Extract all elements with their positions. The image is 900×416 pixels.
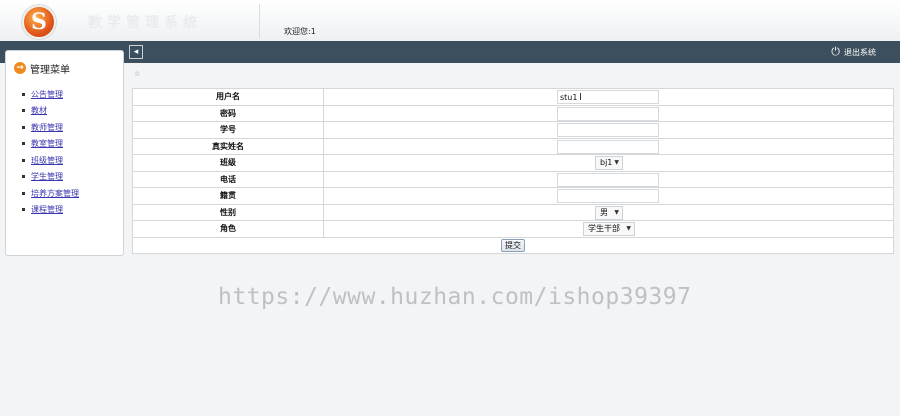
form-row-native-place: 籍贯 <box>132 187 894 205</box>
bullet-icon <box>22 125 25 129</box>
chevron-down-icon: ▼ <box>614 208 619 216</box>
role-select-value: 学生干部 <box>588 224 620 233</box>
sidebar-item-announcements: 公告管理 <box>22 86 123 103</box>
sidebar-menu: 公告管理 教材 教师管理 教室管理 班级管理 学生管理 培养方案管理 课程管理 <box>6 77 123 218</box>
welcome-text: 欢迎您:1 <box>284 27 316 36</box>
form-row-real-name: 真实姓名 <box>132 137 894 155</box>
arrow-right-icon: → <box>14 62 26 74</box>
sidebar-link[interactable]: 班级管理 <box>31 155 63 166</box>
submit-button[interactable]: 提交 <box>501 238 525 252</box>
sidebar-link[interactable]: 培养方案管理 <box>31 188 79 199</box>
bullet-icon <box>22 158 25 162</box>
sidebar: → 管理菜单 公告管理 教材 教师管理 教室管理 班级管理 学生管理 培养方案管… <box>5 50 124 256</box>
gender-select[interactable]: 男 ▼ <box>595 205 623 220</box>
password-input[interactable] <box>557 106 659 121</box>
sidebar-item-classes: 班级管理 <box>22 152 123 169</box>
role-cell: 学生干部 ▼ <box>323 220 894 238</box>
bullet-icon <box>22 208 25 212</box>
app-window: S 教学管理系统 欢迎您:1 ◂ ⏻ 退出系统 → 管理菜单 公告管理 教材 教… <box>0 0 900 416</box>
gender-select-value: 男 <box>600 207 608 217</box>
sidebar-link[interactable]: 教室管理 <box>31 138 63 149</box>
sidebar-item-classrooms: 教室管理 <box>22 136 123 153</box>
sidebar-link[interactable]: 公告管理 <box>31 89 63 100</box>
gender-label: 性别 <box>132 203 324 221</box>
sidebar-item-training-plans: 培养方案管理 <box>22 185 123 202</box>
role-select[interactable]: 学生干部 ▼ <box>583 222 635 236</box>
sidebar-item-courses: 课程管理 <box>22 202 123 219</box>
real-name-input[interactable] <box>557 139 659 154</box>
bullet-icon <box>22 92 25 96</box>
bullet-icon <box>22 175 25 179</box>
logo-letter: S <box>31 9 47 35</box>
sidebar-item-textbooks: 教材 <box>22 103 123 120</box>
sidebar-header: → 管理菜单 <box>6 51 123 77</box>
logo: S <box>22 5 56 39</box>
native-place-input[interactable] <box>557 189 659 203</box>
watermark-text: https://www.huzhan.com/ishop39397 <box>218 284 692 310</box>
sidebar-link[interactable]: 教材 <box>31 105 47 116</box>
form-row-phone: 电话 <box>132 170 894 188</box>
form-row-submit: 提交 <box>132 236 894 254</box>
username-cell: I <box>323 88 894 106</box>
top-header: S 教学管理系统 欢迎您:1 <box>0 0 900 41</box>
sidebar-link[interactable]: 教师管理 <box>31 122 63 133</box>
password-cell <box>323 104 894 122</box>
form-row-student-no: 学号 <box>132 121 894 139</box>
text-cursor-icon: I <box>579 92 582 103</box>
system-title: 教学管理系统 <box>88 15 202 31</box>
form-row-role: 角色 学生干部 ▼ <box>132 220 894 238</box>
native-place-label: 籍贯 <box>132 187 324 205</box>
chevron-down-icon: ▼ <box>614 159 619 166</box>
breadcrumb-icon: ☆ <box>134 70 141 78</box>
gender-cell: 男 ▼ <box>323 203 894 221</box>
bullet-icon <box>22 109 25 113</box>
navbar: ◂ ⏻ 退出系统 <box>0 41 900 63</box>
form-row-gender: 性别 男 ▼ <box>132 203 894 221</box>
student-no-label: 学号 <box>132 121 324 139</box>
sidebar-link[interactable]: 课程管理 <box>31 204 63 215</box>
native-place-cell <box>323 187 894 205</box>
student-no-input[interactable] <box>557 123 659 137</box>
form-row-password: 密码 <box>132 104 894 122</box>
phone-input[interactable] <box>557 172 659 187</box>
phone-label: 电话 <box>132 170 324 188</box>
real-name-label: 真实姓名 <box>132 137 324 155</box>
username-label: 用户名 <box>132 88 324 106</box>
sidebar-title: 管理菜单 <box>30 64 70 76</box>
real-name-cell <box>323 137 894 155</box>
student-form: 用户名 I 密码 学号 真实姓名 班级 <box>132 88 894 254</box>
logout-button[interactable]: ⏻ 退出系统 <box>831 45 876 59</box>
password-label: 密码 <box>132 104 324 122</box>
sidebar-item-students: 学生管理 <box>22 169 123 186</box>
username-input[interactable] <box>557 90 659 104</box>
chevron-down-icon: ▼ <box>626 225 631 232</box>
class-cell: bj1 ▼ <box>323 154 894 172</box>
collapse-left-icon[interactable]: ◂ <box>129 45 143 59</box>
form-row-class: 班级 bj1 ▼ <box>132 154 894 172</box>
class-select-value: bj1 <box>600 158 613 167</box>
class-select[interactable]: bj1 ▼ <box>595 156 623 170</box>
submit-cell: 提交 <box>132 236 894 254</box>
form-row-username: 用户名 I <box>132 88 894 106</box>
bullet-icon <box>22 191 25 195</box>
header-divider <box>259 4 260 38</box>
role-label: 角色 <box>132 220 324 238</box>
sidebar-item-teachers: 教师管理 <box>22 119 123 136</box>
power-icon: ⏻ <box>831 45 840 58</box>
class-label: 班级 <box>132 154 324 172</box>
phone-cell <box>323 170 894 188</box>
logout-label: 退出系统 <box>844 47 876 57</box>
sidebar-link[interactable]: 学生管理 <box>31 171 63 182</box>
student-no-cell <box>323 121 894 139</box>
bullet-icon <box>22 142 25 146</box>
